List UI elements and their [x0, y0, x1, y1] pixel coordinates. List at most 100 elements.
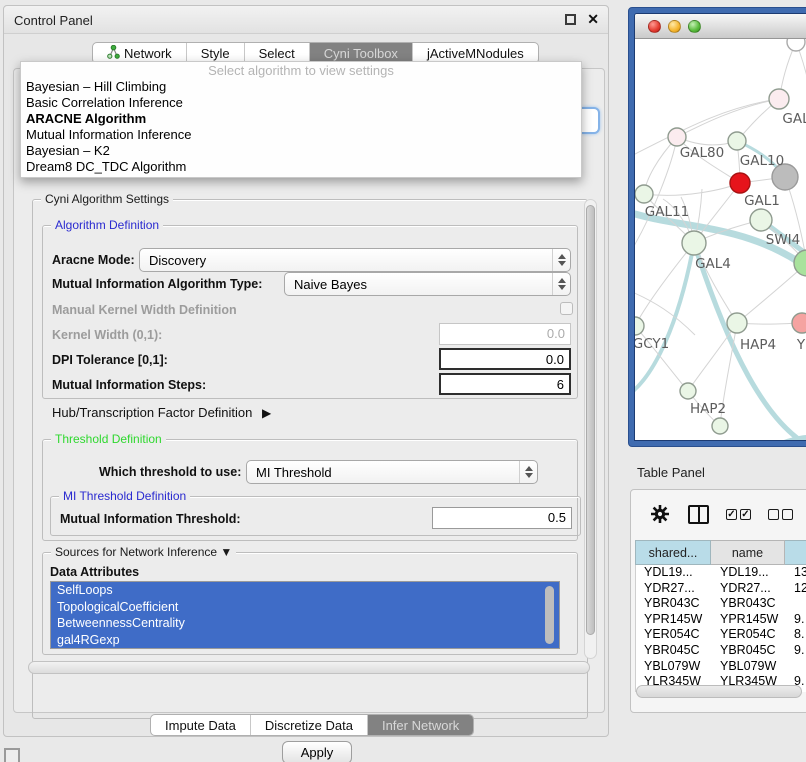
network-edge[interactable] — [635, 243, 694, 397]
vertical-scrollbar[interactable] — [584, 199, 597, 659]
mi-steps-input[interactable]: 6 — [439, 373, 571, 395]
network-node-gal1[interactable] — [730, 173, 750, 193]
column-header-3[interactable] — [785, 540, 806, 565]
tab-jactivemnodules[interactable]: jActiveMNodules — [413, 43, 538, 63]
threshold-definition-title: Threshold Definition — [51, 432, 166, 446]
tab-infer-network[interactable]: Infer Network — [368, 715, 473, 735]
network-edge[interactable] — [644, 137, 677, 194]
dpi-tolerance-input[interactable]: 0.0 — [439, 348, 571, 370]
hub-definition-expander[interactable]: Hub/Transcription Factor Definition ▶ — [52, 405, 271, 420]
cyni-algorithm-settings-title: Cyni Algorithm Settings — [41, 192, 173, 206]
algorithm-option-aracne-algorithm[interactable]: ARACNE Algorithm — [21, 111, 581, 127]
minimized-panel-icon[interactable] — [4, 748, 20, 762]
data-attributes-list[interactable]: SelfLoopsTopologicalCoefficientBetweenne… — [50, 581, 560, 649]
algorithm-option-bayesian-hill-climbing[interactable]: Bayesian – Hill Climbing — [21, 79, 581, 95]
node-label-gal11: GAL11 — [645, 204, 689, 220]
apply-button[interactable]: Apply — [282, 741, 352, 762]
which-threshold-combo[interactable]: MI Threshold — [246, 460, 538, 484]
network-node-swi4[interactable] — [750, 209, 772, 231]
network-node-gal[interactable] — [769, 89, 789, 109]
network-node-y[interactable] — [792, 313, 806, 333]
attribute-item-gal4rgexp[interactable]: gal4RGexp — [51, 632, 559, 649]
tab-impute-data[interactable]: Impute Data — [151, 715, 251, 735]
network-canvas[interactable]: GALGAL80GAL10GAL1GAL11SWI4GAL4GCY1HAP4YH… — [635, 39, 806, 440]
close-icon[interactable]: ✕ — [587, 11, 599, 28]
network-edge[interactable] — [737, 263, 806, 323]
tab-discretize-data[interactable]: Discretize Data — [251, 715, 368, 735]
table-row[interactable]: YER054CYER054C8. — [636, 627, 806, 643]
network-edge[interactable] — [688, 323, 737, 391]
tab-label: Style — [201, 46, 230, 61]
float-icon[interactable] — [565, 14, 576, 25]
algorithm-option-basic-correlation-inference[interactable]: Basic Correlation Inference — [21, 95, 581, 111]
table-row[interactable]: YPR145WYPR145W9. — [636, 612, 806, 628]
mi-threshold-input[interactable]: 0.5 — [432, 507, 572, 529]
tab-select[interactable]: Select — [245, 43, 310, 63]
table-row[interactable]: YDL19...YDL19...13 — [636, 565, 806, 581]
inference-algorithm-combo-fragment[interactable] — [582, 107, 600, 134]
network-node-gal10[interactable] — [728, 132, 746, 150]
attribute-item-betweennesscentrality[interactable]: BetweennessCentrality — [51, 615, 559, 632]
combo-arrows-icon — [552, 249, 570, 271]
algorithm-option-dream8-dc-tdc-algorithm[interactable]: Dream8 DC_TDC Algorithm — [21, 159, 581, 175]
hub-definition-label: Hub/Transcription Factor Definition — [52, 405, 252, 420]
network-window-frame[interactable]: GALGAL80GAL10GAL1GAL11SWI4GAL4GCY1HAP4YH… — [628, 7, 806, 447]
table-cell: YBL079W — [712, 659, 786, 675]
table-cell: YPR145W — [636, 612, 712, 628]
expand-down-icon[interactable]: ▼ — [220, 545, 232, 559]
window-close-icon[interactable] — [648, 20, 661, 33]
network-node[interactable] — [794, 250, 806, 276]
network-node-gcy1[interactable] — [635, 317, 644, 335]
algorithm-option-mutual-information-inference[interactable]: Mutual Information Inference — [21, 127, 581, 143]
table-cell — [786, 596, 806, 612]
window-minimize-icon[interactable] — [668, 20, 681, 33]
network-node[interactable] — [712, 418, 728, 434]
manual-kernel-checkbox[interactable] — [560, 302, 573, 315]
gear-icon[interactable] — [649, 503, 671, 525]
column-header-2[interactable]: name — [711, 540, 785, 565]
table-row[interactable]: YBL079WYBL079W — [636, 659, 806, 675]
attribute-item-selfloops[interactable]: SelfLoops — [51, 582, 559, 599]
algorithm-dropdown-placeholder: Select algorithm to view settings — [21, 62, 581, 79]
tab-style[interactable]: Style — [187, 43, 245, 63]
deselect-all-checkboxes-icon[interactable] — [768, 509, 793, 520]
table-row[interactable]: YDR27...YDR27...12 — [636, 581, 806, 597]
kernel-width-input[interactable]: 0.0 — [439, 323, 571, 345]
horizontal-scrollbar[interactable] — [28, 661, 590, 674]
select-all-checkboxes-icon[interactable]: ✓✓ — [726, 509, 751, 520]
network-node-hap4[interactable] — [727, 313, 747, 333]
aracne-mode-combo[interactable]: Discovery — [139, 248, 571, 272]
table-row[interactable]: YBR043CYBR043C — [636, 596, 806, 612]
split-columns-icon[interactable] — [688, 505, 709, 524]
network-edge[interactable] — [745, 438, 806, 441]
bottom-tabs: Impute DataDiscretize DataInfer Network — [150, 714, 474, 736]
network-window: GALGAL80GAL10GAL1GAL11SWI4GAL4GCY1HAP4YH… — [634, 13, 806, 441]
tab-cyni-toolbox[interactable]: Cyni Toolbox — [310, 43, 413, 63]
table-horizontal-scrollbar[interactable] — [636, 685, 802, 698]
vertical-scrollbar-thumb[interactable] — [586, 205, 595, 635]
table-cell: YDL19... — [636, 565, 712, 581]
table-panel-title: Table Panel — [637, 465, 705, 480]
network-edge[interactable] — [677, 99, 779, 137]
network-node-gal4[interactable] — [682, 231, 706, 255]
network-edge[interactable] — [644, 183, 740, 195]
expand-right-icon: ▶ — [262, 406, 271, 420]
network-graph[interactable]: GALGAL80GAL10GAL1GAL11SWI4GAL4GCY1HAP4YH… — [635, 39, 806, 441]
network-node-gal80[interactable] — [668, 128, 686, 146]
network-window-titlebar[interactable] — [635, 14, 806, 39]
tab-label: Select — [259, 46, 295, 61]
tab-network[interactable]: Network — [93, 43, 187, 63]
network-node[interactable] — [787, 39, 805, 51]
table-cell: YBR043C — [712, 596, 786, 612]
list-scrollbar-thumb[interactable] — [545, 586, 554, 644]
table-row[interactable]: YBR045CYBR045C9. — [636, 643, 806, 659]
attribute-item-topologicalcoefficient[interactable]: TopologicalCoefficient — [51, 599, 559, 616]
network-edge[interactable] — [796, 42, 806, 161]
network-node-gal11[interactable] — [635, 185, 653, 203]
mi-steps-label: Mutual Information Steps: — [52, 378, 206, 392]
column-header-1[interactable]: shared... — [635, 540, 711, 565]
algorithm-option-bayesian-k2[interactable]: Bayesian – K2 — [21, 143, 581, 159]
mi-type-combo[interactable]: Naive Bayes — [284, 272, 571, 296]
network-node-hap2[interactable] — [680, 383, 696, 399]
window-zoom-icon[interactable] — [688, 20, 701, 33]
